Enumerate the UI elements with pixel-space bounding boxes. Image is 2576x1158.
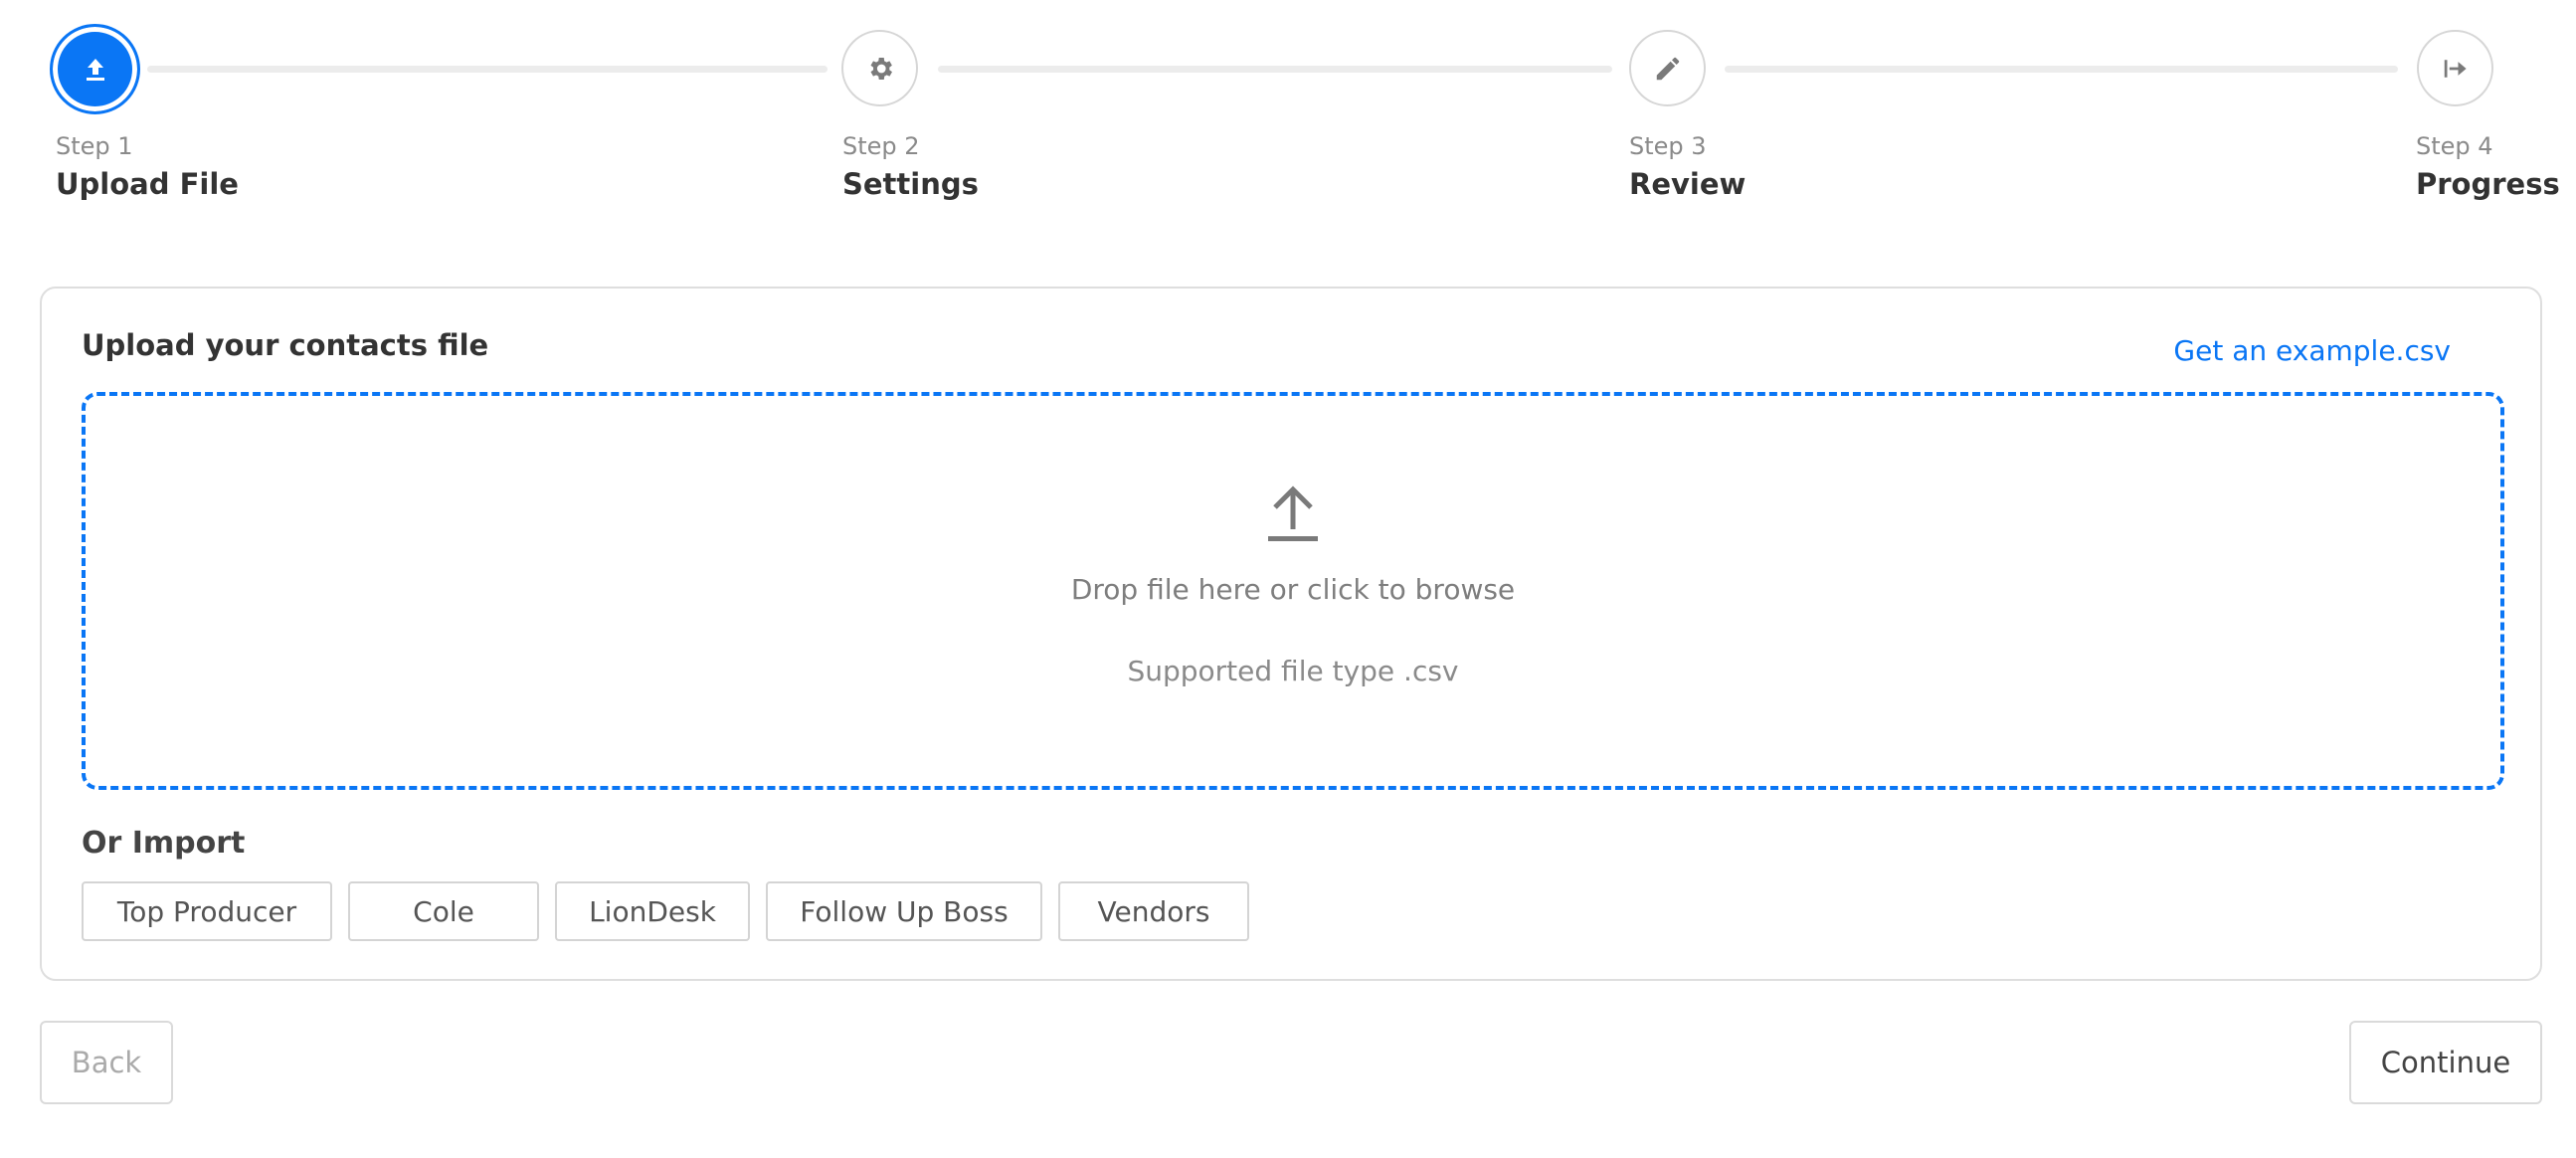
step-2-indicator[interactable] bbox=[841, 30, 918, 106]
dropzone-supported-type: Supported file type .csv bbox=[1127, 655, 1459, 687]
stepper: Step 1 Upload File Step 2 Settings Step … bbox=[0, 0, 2576, 219]
upload-card-title: Upload your contacts file bbox=[82, 328, 489, 362]
gear-icon bbox=[865, 54, 895, 84]
step-4-indicator[interactable] bbox=[2417, 30, 2493, 106]
step-3-title: Review bbox=[1629, 167, 1747, 201]
step-connector-2-3 bbox=[938, 66, 1612, 73]
import-follow-up-boss-button[interactable]: Follow Up Boss bbox=[766, 881, 1042, 941]
upload-arrow-icon bbox=[1267, 483, 1319, 547]
arrow-right-to-line-icon bbox=[2441, 54, 2471, 84]
continue-button[interactable]: Continue bbox=[2349, 1021, 2542, 1104]
step-1-indicator[interactable] bbox=[50, 24, 140, 114]
step-2-number: Step 2 bbox=[842, 132, 920, 160]
step-connector-1-2 bbox=[147, 66, 828, 73]
import-top-producer-button[interactable]: Top Producer bbox=[82, 881, 332, 941]
step-connector-3-4 bbox=[1725, 66, 2398, 73]
dropzone-instruction: Drop file here or click to browse bbox=[1070, 573, 1516, 606]
import-vendors-button[interactable]: Vendors bbox=[1058, 881, 1249, 941]
pencil-icon bbox=[1653, 54, 1683, 84]
upload-card: Upload your contacts file Get an example… bbox=[40, 287, 2542, 981]
example-csv-link[interactable]: Get an example.csv bbox=[2173, 334, 2451, 367]
import-liondesk-button[interactable]: LionDesk bbox=[555, 881, 750, 941]
step-3-number: Step 3 bbox=[1629, 132, 1707, 160]
step-3-indicator[interactable] bbox=[1629, 30, 1706, 106]
step-4-number: Step 4 bbox=[2416, 132, 2493, 160]
import-source-list: Top Producer Cole LionDesk Follow Up Bos… bbox=[82, 881, 1249, 941]
file-dropzone[interactable]: Drop file here or click to browse Suppor… bbox=[82, 392, 2504, 790]
import-section-title: Or Import bbox=[82, 826, 246, 861]
import-cole-button[interactable]: Cole bbox=[348, 881, 539, 941]
step-1-title: Upload File bbox=[56, 167, 239, 201]
step-2-title: Settings bbox=[842, 167, 979, 201]
back-button[interactable]: Back bbox=[40, 1021, 173, 1104]
step-4-title: Progress bbox=[2416, 167, 2560, 201]
upload-icon bbox=[83, 56, 108, 84]
step-1-number: Step 1 bbox=[56, 132, 133, 160]
